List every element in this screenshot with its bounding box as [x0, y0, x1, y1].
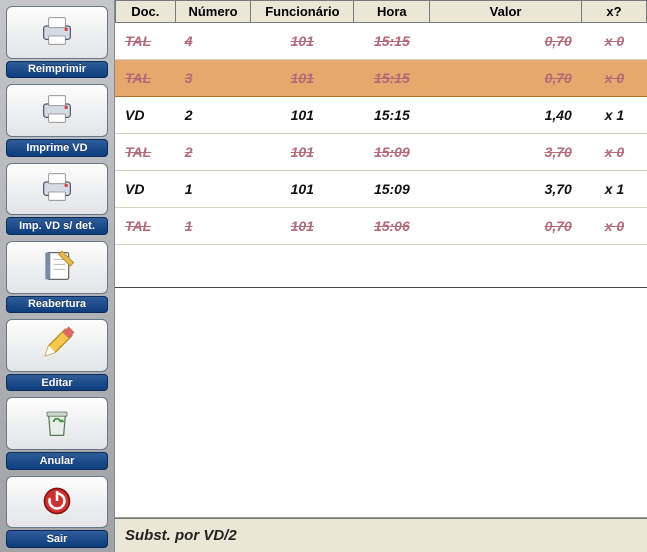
imprime-vd-label: Imprime VD: [6, 139, 108, 157]
cell-func: 101: [251, 23, 354, 60]
cell-valor: 0,70: [430, 23, 582, 60]
table-row[interactable]: TAL410115:150,70x 0: [115, 23, 647, 60]
cell-func: 101: [251, 134, 354, 171]
table-area: Doc. Número Funcionário Hora Valor x? TA…: [115, 0, 647, 518]
printer-icon: [37, 11, 77, 54]
table-row[interactable]: TAL310115:150,70x 0: [115, 60, 647, 97]
cell-numero: 4: [175, 23, 251, 60]
cell-x: x 1: [582, 171, 647, 208]
cell-valor: 0,70: [430, 60, 582, 97]
cell-x: x 0: [582, 208, 647, 245]
cell-hora: 15:15: [354, 23, 430, 60]
col-x[interactable]: x?: [581, 1, 646, 23]
sair-label: Sair: [6, 530, 108, 548]
cell-doc: VD: [115, 171, 175, 208]
col-valor[interactable]: Valor: [430, 1, 582, 23]
anular-label: Anular: [6, 452, 108, 470]
cell-x: x 0: [582, 134, 647, 171]
cell-hora: 15:15: [354, 60, 430, 97]
table-row[interactable]: VD110115:093,70x 1: [115, 171, 647, 208]
reimprimir-label: Reimprimir: [6, 61, 108, 79]
table-row[interactable]: TAL210115:093,70x 0: [115, 134, 647, 171]
sidebar: Reimprimir Imprime VD Imp. VD s/ det. Reabe…: [0, 0, 115, 552]
cell-doc: VD: [115, 97, 175, 134]
cell-x: x 0: [582, 23, 647, 60]
cell-func: 101: [251, 60, 354, 97]
cell-hora: 15:09: [354, 134, 430, 171]
table-row[interactable]: TAL110115:060,70x 0: [115, 208, 647, 245]
reimprimir-button[interactable]: [6, 6, 108, 59]
status-text: Subst. por VD/2: [125, 527, 237, 544]
reabertura-label: Reabertura: [6, 296, 108, 314]
cell-doc: TAL: [115, 208, 175, 245]
cell-hora: 15:09: [354, 171, 430, 208]
pencil-icon: [37, 324, 77, 367]
col-funcionario[interactable]: Funcionário: [251, 1, 354, 23]
table-row[interactable]: VD210115:151,40x 1: [115, 97, 647, 134]
cell-x: x 0: [582, 60, 647, 97]
cell-valor: 3,70: [430, 171, 582, 208]
notebook-icon: [37, 246, 77, 289]
editar-button[interactable]: [6, 319, 108, 372]
reabertura-button[interactable]: [6, 241, 108, 294]
status-bar: Subst. por VD/2: [115, 518, 647, 552]
recycle-icon: [37, 402, 77, 445]
cell-numero: 1: [175, 171, 251, 208]
cell-valor: 0,70: [430, 208, 582, 245]
table-header-row: Doc. Número Funcionário Hora Valor x?: [116, 1, 647, 23]
cell-numero: 3: [175, 60, 251, 97]
cell-valor: 1,40: [430, 97, 582, 134]
cell-numero: 2: [175, 97, 251, 134]
cell-doc: TAL: [115, 23, 175, 60]
sair-button[interactable]: [6, 476, 108, 529]
docs-table-body: TAL410115:150,70x 0TAL310115:150,70x 0VD…: [115, 23, 647, 245]
printer-icon: [37, 167, 77, 210]
cell-x: x 1: [582, 97, 647, 134]
cell-func: 101: [251, 171, 354, 208]
col-doc[interactable]: Doc.: [116, 1, 176, 23]
cell-hora: 15:06: [354, 208, 430, 245]
cell-func: 101: [251, 97, 354, 134]
cell-numero: 1: [175, 208, 251, 245]
printer-icon: [37, 89, 77, 132]
anular-button[interactable]: [6, 397, 108, 450]
cell-hora: 15:15: [354, 97, 430, 134]
editar-label: Editar: [6, 374, 108, 392]
cell-doc: TAL: [115, 134, 175, 171]
imprime-vd-button[interactable]: [6, 84, 108, 137]
imp-vd-sdet-button[interactable]: [6, 163, 108, 216]
cell-doc: TAL: [115, 60, 175, 97]
cell-valor: 3,70: [430, 134, 582, 171]
col-hora[interactable]: Hora: [354, 1, 430, 23]
cell-func: 101: [251, 208, 354, 245]
cell-numero: 2: [175, 134, 251, 171]
col-numero[interactable]: Número: [175, 1, 251, 23]
imp-vd-sdet-label: Imp. VD s/ det.: [6, 217, 108, 235]
main-panel: Doc. Número Funcionário Hora Valor x? TA…: [115, 0, 647, 552]
docs-table: Doc. Número Funcionário Hora Valor x?: [115, 0, 647, 23]
power-icon: [37, 481, 77, 524]
